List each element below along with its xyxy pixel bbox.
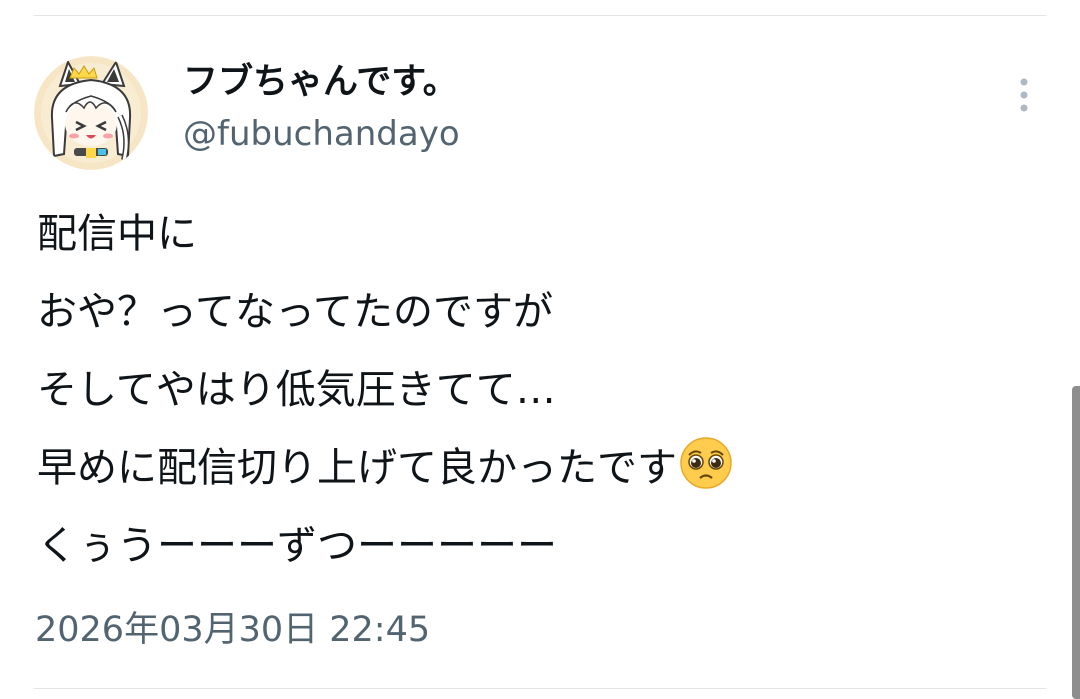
bottom-divider	[34, 688, 1046, 689]
more-vertical-icon	[1020, 78, 1028, 112]
tweet-timestamp[interactable]: 2026年03月30日 22:45	[35, 606, 430, 654]
tweet-line-text: 早めに配信切り上げて良かったです	[37, 445, 677, 491]
top-divider	[34, 15, 1046, 16]
author-handle[interactable]: @fubuchandayo	[183, 112, 460, 156]
fox-girl-avatar-icon	[34, 56, 148, 170]
tweet-detail-view: フブちゃんです。 @fubuchandayo 配信中に おや？ってなってたのです…	[0, 0, 1080, 699]
tweet-line: おや？ってなってたのですが	[37, 289, 553, 335]
more-options-button[interactable]	[1006, 76, 1042, 116]
tweet-line: そしてやはり低気圧きてて…	[37, 367, 556, 413]
tweet-line: くぅうーーーずつーーーーー	[37, 523, 557, 569]
tweet-line: 配信中に	[37, 211, 197, 257]
tweet-text: 配信中に おや？ってなってたのですが そしてやはり低気圧きてて… 早めに配信切り…	[37, 195, 1037, 585]
tweet-line: 早めに配信切り上げて良かったです	[37, 429, 1037, 507]
author-avatar[interactable]	[34, 56, 148, 170]
author-display-name[interactable]: フブちゃんです。	[183, 58, 458, 106]
scrollbar[interactable]	[1072, 386, 1080, 699]
pleading-face-emoji-icon	[680, 437, 732, 489]
